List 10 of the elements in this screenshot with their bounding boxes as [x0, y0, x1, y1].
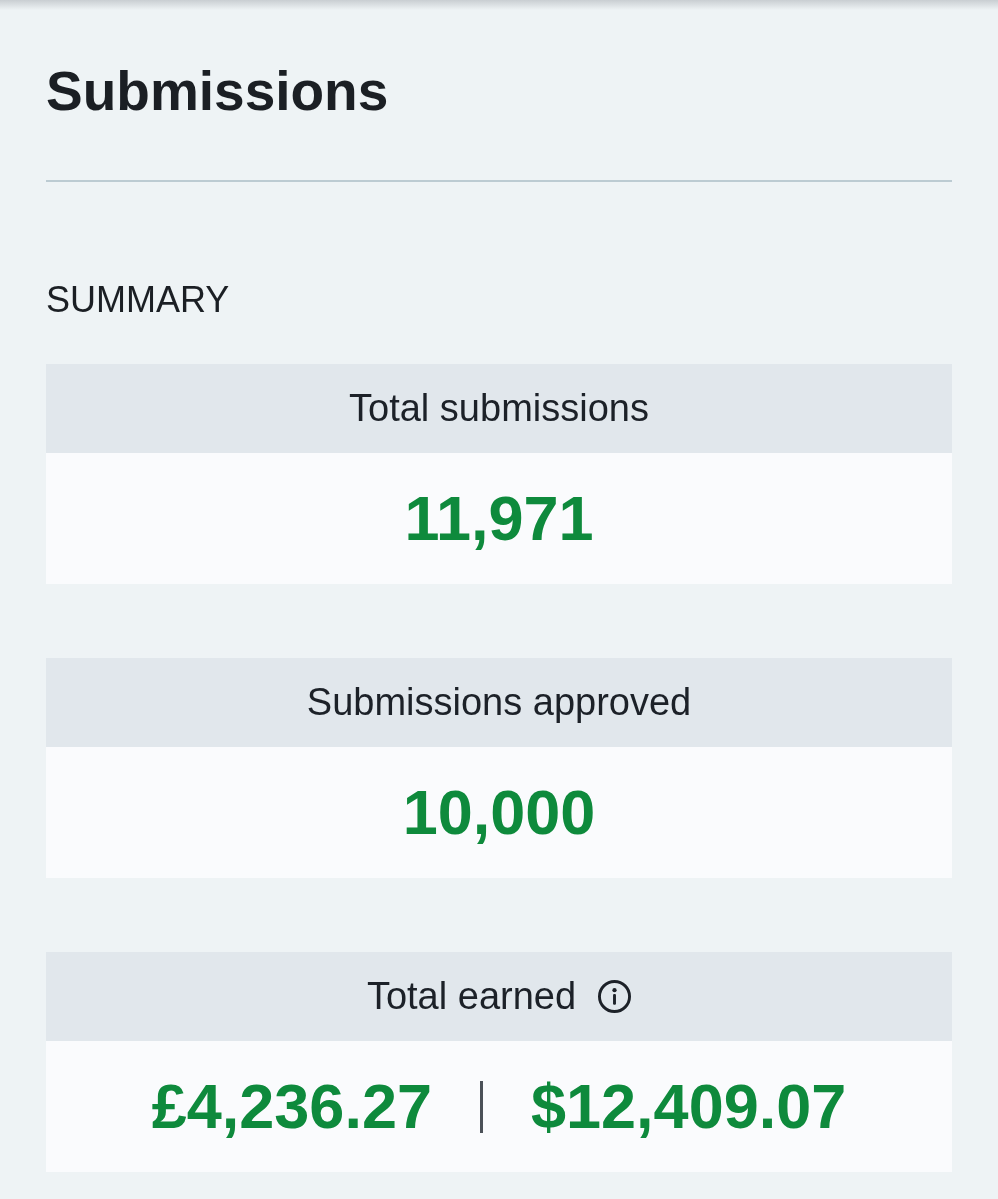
stat-value: 10,000	[402, 777, 596, 848]
stat-value: $12,409.07	[531, 1071, 847, 1142]
section-heading: SUMMARY	[46, 280, 230, 320]
card-label: Submissions approved	[306, 679, 692, 725]
card-label: Total submissions	[349, 385, 649, 431]
stat-value: £4,236.27	[151, 1071, 432, 1142]
info-icon[interactable]	[598, 980, 632, 1013]
stat-value: 11,971	[404, 483, 594, 554]
card-label: Total earned	[366, 973, 577, 1019]
page-title: Submissions	[46, 59, 389, 124]
